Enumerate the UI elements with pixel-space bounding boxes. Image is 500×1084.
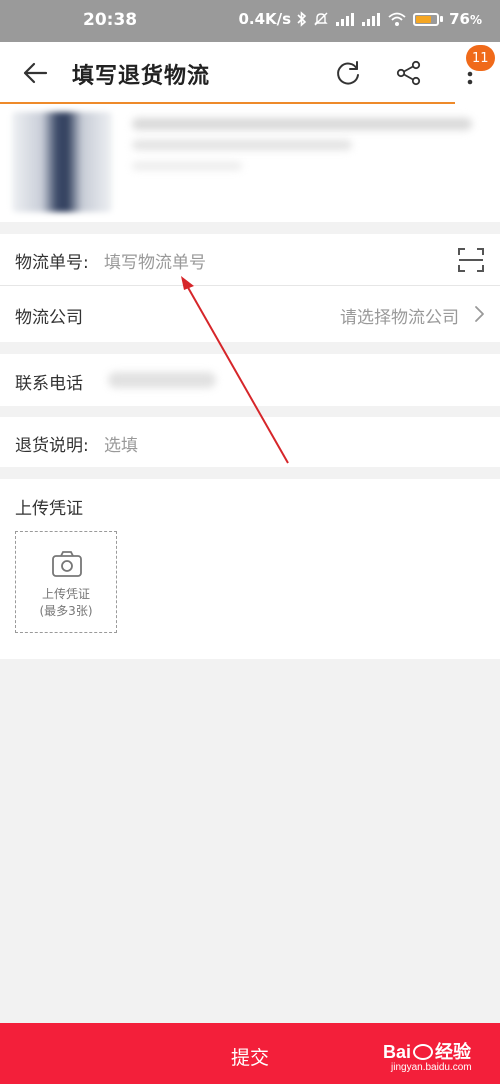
upload-box-limit: (最多3张)	[39, 604, 93, 618]
upload-box-label: 上传凭证	[41, 587, 90, 601]
share-icon[interactable]	[395, 59, 423, 87]
wifi-icon	[388, 12, 406, 26]
signal-icon-2	[362, 13, 381, 26]
product-price-blurred	[132, 162, 242, 170]
signal-icon	[336, 13, 355, 26]
page-title: 填写退货物流	[72, 64, 211, 89]
back-arrow-icon[interactable]	[22, 60, 48, 86]
logistics-company-label: 物流公司	[15, 308, 83, 328]
watermark-site: jingyan.baidu.com	[391, 1062, 472, 1073]
upload-proof-button[interactable]: 上传凭证 (最多3张)	[15, 531, 117, 633]
network-speed: 0.4K/s	[238, 10, 292, 28]
baidu-watermark: Bai 经验 jingyan.baidu.com	[383, 1038, 493, 1078]
camera-icon	[52, 551, 82, 577]
logistics-company-select[interactable]: 请选择物流公司	[340, 303, 459, 328]
product-title-blurred	[132, 118, 472, 130]
tracking-number-input[interactable]: 填写物流单号	[104, 248, 206, 273]
refresh-icon[interactable]	[334, 59, 362, 87]
contact-phone-value[interactable]	[108, 372, 216, 388]
return-note-label: 退货说明:	[15, 436, 89, 456]
upload-section-title: 上传凭证	[15, 499, 83, 519]
tracking-number-label: 物流单号:	[15, 253, 89, 273]
mute-bell-icon	[314, 12, 328, 26]
status-bar: 20:38 0.4K/s 76%	[0, 0, 500, 42]
battery-icon	[413, 12, 444, 26]
status-time: 20:38	[83, 10, 138, 30]
bluetooth-icon	[297, 11, 307, 27]
scan-icon[interactable]	[457, 246, 485, 274]
product-thumbnail	[12, 112, 112, 212]
battery-percent: 76%	[449, 10, 482, 28]
watermark-logo: Bai 经验	[383, 1042, 472, 1062]
product-spec-blurred	[132, 140, 352, 150]
return-note-input[interactable]: 选填	[104, 431, 138, 456]
contact-phone-label: 联系电话	[15, 374, 83, 394]
status-indicators: 0.4K/s 76%	[238, 10, 482, 28]
paw-icon	[413, 1044, 434, 1060]
notification-badge: 11	[466, 45, 495, 71]
chevron-right-icon	[475, 306, 484, 322]
